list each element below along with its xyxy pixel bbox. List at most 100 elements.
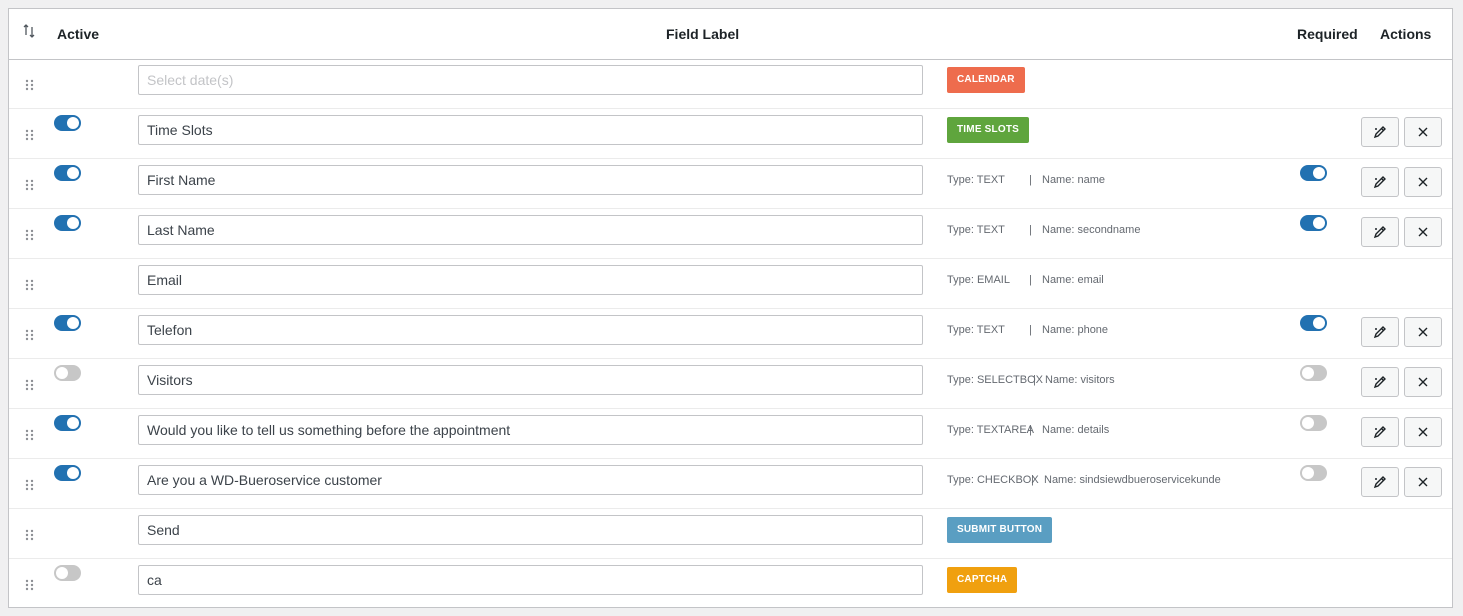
drag-handle-icon[interactable]	[25, 429, 34, 441]
field-name-text: Name: name	[1042, 174, 1105, 186]
table-row: Type: CHECKBOX | Name: sindsiewdbueroser…	[9, 459, 1452, 509]
calendar-badge: CALENDAR	[947, 67, 1025, 93]
active-toggle[interactable]	[54, 215, 81, 231]
edit-button[interactable]	[1361, 117, 1399, 147]
field-label-input[interactable]	[138, 165, 923, 195]
field-name-text: Name: sindsiewdbueroservicekunde	[1044, 474, 1221, 486]
close-icon	[1417, 476, 1429, 488]
edit-icon	[1373, 175, 1387, 189]
table-row: SUBMIT BUTTON	[9, 509, 1452, 559]
delete-button[interactable]	[1404, 367, 1442, 397]
required-toggle[interactable]	[1300, 315, 1327, 331]
field-name-text: Name: phone	[1042, 324, 1109, 336]
active-toggle[interactable]	[54, 165, 81, 181]
field-type-text: Type: TEXT	[947, 174, 1005, 186]
field-type-text: Type: CHECKBOX	[947, 474, 1039, 486]
edit-button[interactable]	[1361, 167, 1399, 197]
field-type-text: Type: TEXT	[947, 224, 1005, 236]
drag-handle-icon[interactable]	[25, 379, 34, 391]
field-label-input[interactable]	[138, 115, 923, 145]
table-row: CAPTCHA	[9, 559, 1452, 609]
active-toggle[interactable]	[54, 315, 81, 331]
required-toggle[interactable]	[1300, 465, 1327, 481]
field-type-text: Type: EMAIL	[947, 274, 1010, 286]
field-type-text: Type: TEXT	[947, 324, 1005, 336]
sort-arrows-icon[interactable]	[23, 24, 35, 41]
column-header-field-label: Field Label	[666, 26, 740, 42]
column-header-actions: Actions	[1380, 26, 1432, 42]
edit-button[interactable]	[1361, 467, 1399, 497]
meta-separator: |	[1029, 174, 1032, 186]
field-label-input[interactable]	[138, 215, 923, 245]
field-label-input[interactable]	[138, 465, 923, 495]
close-icon	[1417, 426, 1429, 438]
required-toggle[interactable]	[1300, 365, 1327, 381]
drag-handle-icon[interactable]	[25, 79, 34, 91]
column-header-required: Required	[1297, 26, 1358, 42]
edit-icon	[1373, 125, 1387, 139]
edit-button[interactable]	[1361, 367, 1399, 397]
drag-handle-icon[interactable]	[25, 229, 34, 241]
delete-button[interactable]	[1404, 167, 1442, 197]
delete-button[interactable]	[1404, 317, 1442, 347]
field-label-input[interactable]	[138, 415, 923, 445]
meta-separator: |	[1033, 374, 1036, 386]
edit-button[interactable]	[1361, 417, 1399, 447]
delete-button[interactable]	[1404, 117, 1442, 147]
required-toggle[interactable]	[1300, 415, 1327, 431]
drag-handle-icon[interactable]	[25, 479, 34, 491]
meta-separator: |	[1029, 224, 1032, 236]
close-icon	[1417, 376, 1429, 388]
edit-button[interactable]	[1361, 317, 1399, 347]
field-type-text: Type: SELECTBOX	[947, 374, 1043, 386]
table-row: Type: EMAIL | Name: email	[9, 259, 1452, 309]
field-name-text: Name: secondname	[1042, 224, 1141, 236]
delete-button[interactable]	[1404, 467, 1442, 497]
required-toggle[interactable]	[1300, 165, 1327, 181]
field-label-input[interactable]	[138, 315, 923, 345]
column-header-active: Active	[57, 26, 100, 42]
delete-button[interactable]	[1404, 217, 1442, 247]
drag-handle-icon[interactable]	[25, 529, 34, 541]
drag-handle-icon[interactable]	[25, 329, 34, 341]
edit-icon	[1373, 325, 1387, 339]
meta-separator: |	[1031, 474, 1034, 486]
field-label-input[interactable]	[138, 265, 923, 295]
drag-handle-icon[interactable]	[25, 279, 34, 291]
field-name-text: Name: email	[1042, 274, 1104, 286]
active-toggle[interactable]	[54, 465, 81, 481]
edit-icon	[1373, 375, 1387, 389]
active-toggle[interactable]	[54, 415, 81, 431]
required-toggle[interactable]	[1300, 215, 1327, 231]
table-header: Active Field Label Required Actions	[9, 9, 1452, 60]
submit-button-badge: SUBMIT BUTTON	[947, 517, 1053, 543]
drag-handle-icon[interactable]	[25, 579, 34, 591]
close-icon	[1417, 326, 1429, 338]
field-name-text: Name: visitors	[1045, 374, 1115, 386]
time-slots-badge: TIME SLOTS	[947, 117, 1029, 143]
captcha-badge: CAPTCHA	[947, 567, 1018, 593]
field-label-input[interactable]	[138, 515, 923, 545]
close-icon	[1417, 176, 1429, 188]
active-toggle[interactable]	[54, 115, 81, 131]
edit-icon	[1373, 475, 1387, 489]
field-label-input[interactable]	[138, 565, 923, 595]
table-row: Type: TEXTAREA | Name: details	[9, 409, 1452, 459]
edit-button[interactable]	[1361, 217, 1399, 247]
meta-separator: |	[1029, 424, 1032, 436]
active-toggle[interactable]	[54, 565, 81, 581]
field-label-input[interactable]	[138, 65, 923, 95]
edit-icon	[1373, 225, 1387, 239]
table-row: Type: TEXT | Name: name	[9, 159, 1452, 209]
delete-button[interactable]	[1404, 417, 1442, 447]
active-toggle[interactable]	[54, 365, 81, 381]
field-type-text: Type: TEXTAREA	[947, 424, 1035, 436]
drag-handle-icon[interactable]	[25, 129, 34, 141]
field-label-input[interactable]	[138, 365, 923, 395]
table-row: Type: TEXT | Name: secondname	[9, 209, 1452, 259]
drag-handle-icon[interactable]	[25, 179, 34, 191]
edit-icon	[1373, 425, 1387, 439]
meta-separator: |	[1029, 274, 1032, 286]
table-row: Type: SELECTBOX | Name: visitors	[9, 359, 1452, 409]
table-row: Type: TEXT | Name: phone	[9, 309, 1452, 359]
